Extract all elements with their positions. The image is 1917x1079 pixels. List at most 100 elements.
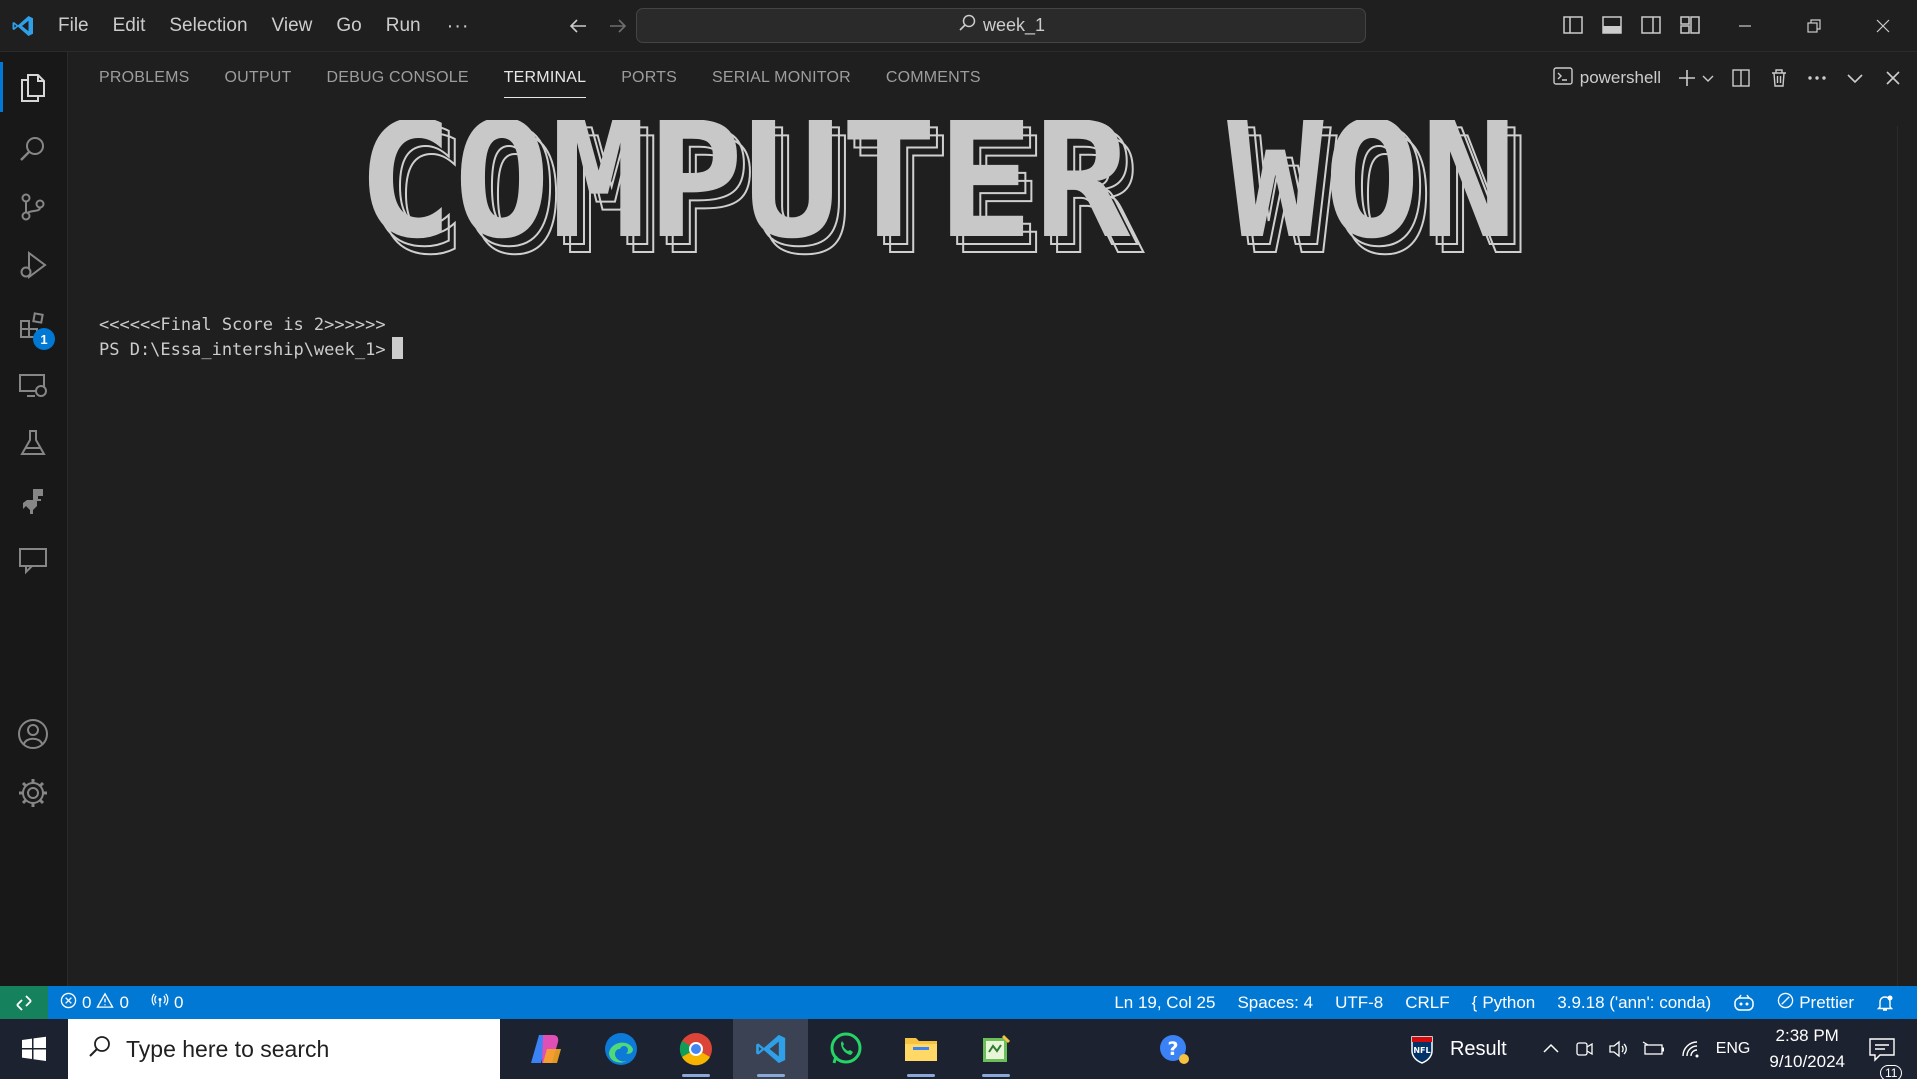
vscode-taskbar-icon[interactable]	[733, 1019, 808, 1079]
explorer-icon[interactable]	[0, 54, 66, 120]
problems-status[interactable]: 0 0	[48, 992, 137, 1014]
search-placeholder: Type here to search	[126, 1035, 330, 1062]
comments-icon[interactable]	[0, 526, 66, 592]
dinosaur-extension-icon[interactable]	[0, 468, 66, 534]
line-ending[interactable]: CRLF	[1394, 993, 1460, 1013]
news-widget-label[interactable]: Result	[1443, 1038, 1535, 1061]
extensions-icon[interactable]: 1	[0, 292, 66, 358]
remote-explorer-icon[interactable]	[0, 352, 66, 418]
command-center-search[interactable]: week_1	[636, 8, 1366, 43]
customize-layout-icon[interactable]	[1677, 12, 1702, 37]
clock[interactable]: 2:38 PM 9/10/2024	[1757, 1023, 1857, 1075]
tab-debug-console[interactable]: DEBUG CONSOLE	[327, 52, 469, 104]
restore-icon[interactable]	[1779, 0, 1848, 52]
cursor-position[interactable]: Ln 19, Col 25	[1103, 993, 1226, 1013]
settings-gear-icon[interactable]	[0, 760, 66, 826]
windows-start-icon[interactable]	[0, 1019, 68, 1079]
back-arrow-icon[interactable]	[566, 14, 590, 38]
trash-icon[interactable]	[1767, 66, 1791, 90]
svg-text:NFL: NFL	[1413, 1046, 1430, 1055]
command-center-label: week_1	[982, 15, 1046, 35]
menu-view[interactable]: View	[260, 0, 325, 52]
toggle-secondary-sidebar-icon[interactable]	[1638, 12, 1663, 37]
extensions-badge: 1	[33, 328, 55, 350]
terminal-profile-button[interactable]: powershell	[1552, 66, 1661, 90]
prettier-status[interactable]: Prettier	[1766, 992, 1865, 1014]
taskbar-apps	[508, 1019, 1033, 1079]
braces-icon: {	[1471, 992, 1478, 1012]
terminal-icon	[1552, 65, 1574, 92]
source-control-icon[interactable]	[0, 174, 66, 240]
whatsapp-icon[interactable]	[808, 1019, 883, 1079]
run-and-debug-icon[interactable]	[0, 232, 66, 298]
language-mode[interactable]: { Python	[1461, 993, 1547, 1013]
testing-flask-icon[interactable]	[0, 410, 66, 476]
clock-date: 9/10/2024	[1769, 1052, 1845, 1071]
windows-taskbar: Type here to search ? NFL Result ENG 2:3…	[0, 1019, 1917, 1079]
maximize-panel-chevron-icon[interactable]	[1843, 66, 1867, 90]
close-panel-icon[interactable]	[1881, 66, 1905, 90]
tab-terminal[interactable]: TERMINAL	[503, 52, 587, 104]
more-actions-icon[interactable]	[1805, 66, 1829, 90]
wifi-icon[interactable]	[1673, 1039, 1709, 1059]
taskbar-search-box[interactable]: Type here to search	[68, 1019, 500, 1079]
ports-status[interactable]: 0	[137, 992, 191, 1014]
edge-browser-icon[interactable]	[583, 1019, 658, 1079]
error-icon	[60, 992, 77, 1014]
toggle-primary-sidebar-icon[interactable]	[1560, 12, 1585, 37]
navigation-arrows	[566, 14, 630, 38]
battery-icon[interactable]	[1635, 1039, 1673, 1059]
activity-bar: 1	[0, 52, 68, 986]
get-help-icon[interactable]: ?	[1144, 1019, 1204, 1079]
terminal-scrollbar[interactable]	[1897, 126, 1917, 986]
input-language[interactable]: ENG	[1709, 1040, 1758, 1058]
encoding[interactable]: UTF-8	[1324, 993, 1394, 1013]
minimize-icon[interactable]	[1710, 0, 1779, 52]
language-label: Python	[1482, 992, 1536, 1012]
ascii-art-banner: COMPUTER WON COMPUTER WON COMPUTER WON	[357, 120, 1531, 270]
banner-text: COMPUTER WON	[357, 120, 1517, 270]
menu-selection[interactable]: Selection	[157, 0, 259, 52]
tab-comments[interactable]: COMMENTS	[886, 52, 981, 104]
notification-count-badge: 11	[1880, 1065, 1903, 1079]
chrome-browser-icon[interactable]	[658, 1019, 733, 1079]
search-icon[interactable]	[0, 116, 66, 182]
chevron-down-icon[interactable]	[1701, 66, 1715, 90]
tab-ports[interactable]: PORTS	[621, 52, 677, 104]
file-explorer-icon[interactable]	[883, 1019, 958, 1079]
terminal-output[interactable]: COMPUTER WON COMPUTER WON COMPUTER WON <…	[99, 110, 1889, 970]
forward-arrow-icon[interactable]	[606, 14, 630, 38]
volume-icon[interactable]	[1601, 1039, 1635, 1059]
notification-center-icon[interactable]: 11	[1857, 1035, 1917, 1079]
indentation[interactable]: Spaces: 4	[1226, 993, 1324, 1013]
close-icon[interactable]	[1848, 0, 1917, 52]
copilot-icon[interactable]	[1722, 994, 1766, 1012]
remote-indicator-icon[interactable]	[0, 986, 48, 1019]
notifications-bell-icon[interactable]	[1865, 994, 1905, 1012]
menu-file[interactable]: File	[46, 0, 101, 52]
copilot-app-icon[interactable]	[508, 1019, 583, 1079]
toggle-panel-icon[interactable]	[1599, 12, 1624, 37]
menu-more-button[interactable]: ···	[433, 0, 484, 52]
menu-go[interactable]: Go	[324, 0, 373, 52]
notepad-app-icon[interactable]	[958, 1019, 1033, 1079]
python-interpreter[interactable]: 3.9.18 ('ann': conda)	[1546, 993, 1722, 1013]
nfl-shield-icon[interactable]: NFL	[1402, 1034, 1443, 1064]
meet-now-icon[interactable]	[1567, 1039, 1601, 1059]
tab-serial-monitor[interactable]: SERIAL MONITOR	[712, 52, 851, 104]
tab-output[interactable]: OUTPUT	[225, 52, 292, 104]
new-terminal-plus-icon[interactable]	[1675, 66, 1699, 90]
tab-problems[interactable]: PROBLEMS	[99, 52, 190, 104]
split-terminal-icon[interactable]	[1729, 66, 1753, 90]
menu-edit[interactable]: Edit	[101, 0, 158, 52]
warning-count: 0	[119, 992, 129, 1012]
prettier-double-check-icon	[1777, 992, 1794, 1014]
menu-run[interactable]: Run	[374, 0, 433, 52]
chevron-up-icon[interactable]	[1535, 1040, 1567, 1058]
accounts-icon[interactable]	[0, 701, 66, 767]
search-icon	[88, 1034, 112, 1064]
system-tray: NFL Result ENG 2:38 PM 9/10/2024 11	[1402, 1019, 1917, 1079]
terminal-prompt: PS D:\Essa_intership\week_1>	[99, 340, 386, 360]
panel: PROBLEMS OUTPUT DEBUG CONSOLE TERMINAL P…	[68, 52, 1917, 986]
search-icon	[957, 13, 977, 38]
